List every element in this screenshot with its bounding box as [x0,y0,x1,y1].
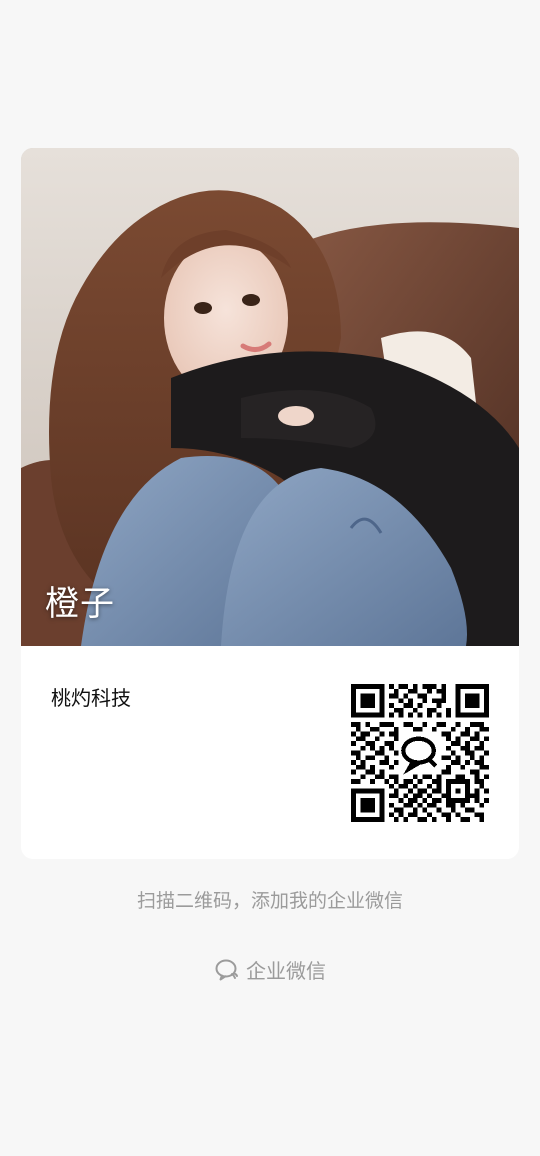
wecom-brand: 企业微信 [0,955,540,984]
scan-hint-text: 扫描二维码，添加我的企业微信 [136,890,403,912]
qr-code-icon[interactable] [351,684,489,822]
contact-card: 橙子 桃灼科技 [21,148,519,859]
display-name: 橙子 [45,584,115,624]
wecom-brand-label: 企业微信 [246,959,326,983]
company-name: 桃灼科技 [51,686,131,710]
wecom-logo-icon [215,959,238,980]
profile-photo: 橙子 [21,148,519,646]
